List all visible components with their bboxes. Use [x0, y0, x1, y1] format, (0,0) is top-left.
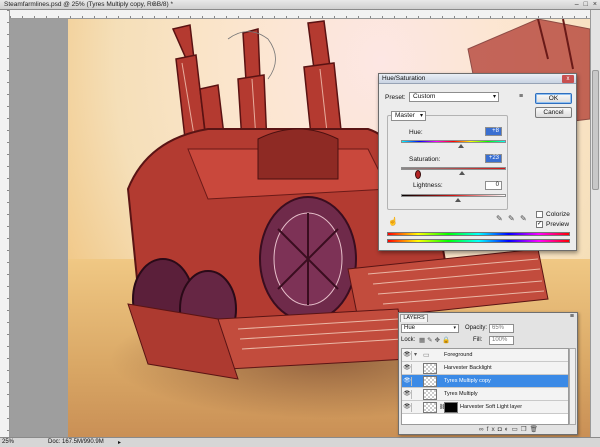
blend-mode-select[interactable]: Hue ▾ [401, 324, 459, 333]
hue-slider-thumb[interactable] [458, 144, 464, 148]
fx-icon[interactable]: fx [487, 426, 498, 433]
layer-name: Tyres Multiply copy [444, 378, 491, 384]
preset-options-icon[interactable]: ≡ [519, 93, 523, 100]
lightness-input[interactable]: 0 [485, 181, 502, 190]
hue-slider-track[interactable] [401, 140, 506, 143]
vertical-scrollbar[interactable] [590, 10, 600, 437]
saturation-input[interactable]: +23 [485, 154, 502, 163]
dialog-close-icon[interactable]: x [562, 75, 574, 83]
layers-footer: ∞fx◘◐▭❐🗑 [479, 425, 541, 433]
saturation-label: Saturation: [409, 156, 441, 163]
chevron-down-icon: ▾ [453, 325, 456, 331]
wheel-graphic [259, 196, 357, 322]
panel-menu-icon[interactable]: ≡ [570, 313, 574, 320]
layer-row-selected[interactable]: 👁 Tyres Multiply copy [402, 375, 568, 388]
opacity-input[interactable]: 65% [489, 324, 514, 333]
minimize-icon[interactable]: – [575, 1, 579, 8]
layer-name: Foreground [444, 352, 473, 358]
lock-label: Lock: [401, 337, 416, 343]
eyedropper-minus-icon[interactable]: ✎ [520, 214, 527, 223]
mouse-cursor-icon [415, 170, 421, 179]
lightness-label: Lightness: [413, 182, 443, 189]
link-icon[interactable]: ∞ [479, 426, 487, 433]
output-color-bar [387, 239, 570, 243]
saturation-slider-thumb[interactable] [459, 171, 465, 175]
lightness-slider-thumb[interactable] [455, 198, 461, 202]
scrollbar-thumb[interactable] [592, 70, 599, 190]
layer-name: Harvester Backlight [444, 365, 492, 371]
layer-name: Harvester Soft Light layer [460, 404, 523, 410]
colorize-checkbox[interactable] [536, 211, 543, 218]
status-menu-icon[interactable]: ▸ [118, 439, 121, 446]
opacity-label: Opacity: [465, 325, 488, 331]
window-buttons: – □ × [575, 1, 597, 8]
layers-scrollbar[interactable] [569, 348, 576, 425]
layer-thumbnail [423, 376, 437, 387]
expand-triangle-icon[interactable]: ▾ [414, 351, 417, 358]
eye-icon[interactable]: 👁 [403, 364, 412, 373]
layers-panel: LAYERS ≡ Hue ▾ Opacity: 65% Lock: ▦✎✥🔒 F… [398, 312, 578, 435]
hue-label: Hue: [409, 129, 423, 136]
blend-row: Hue ▾ Opacity: 65% [401, 324, 577, 334]
preset-select[interactable]: Custom ▾ [409, 92, 499, 102]
layer-row[interactable]: 👁 Harvester Backlight [402, 362, 568, 375]
layer-thumbnail [423, 389, 437, 400]
layer-list: 👁 ▾ ▭ Foreground 👁 Harvester Backlight 👁… [401, 348, 569, 425]
dialog-titlebar[interactable]: Hue/Saturation x [379, 74, 576, 84]
eyedropper-plus-icon[interactable]: ✎ [508, 214, 515, 223]
zoom-level[interactable]: 25% [2, 439, 14, 445]
fill-input[interactable]: 100% [489, 336, 514, 345]
input-color-bar [387, 232, 570, 236]
preset-value: Custom [413, 93, 436, 100]
document-size: Doc: 167.5M/990.9M [48, 439, 104, 445]
trash-icon[interactable]: 🗑 [530, 426, 541, 433]
edit-channel-value: Master [395, 112, 415, 119]
layer-thumbnail [423, 363, 437, 374]
folder-icon: ▭ [423, 352, 430, 359]
layers-tab[interactable]: LAYERS [400, 314, 428, 322]
ok-button[interactable]: OK [535, 93, 572, 104]
lock-icons[interactable]: ▦✎✥🔒 [419, 336, 452, 344]
chevron-down-icon: ▾ [492, 94, 496, 100]
ruler-vertical[interactable] [0, 10, 10, 437]
status-bar: 25% Doc: 167.5M/990.9M ▸ [0, 437, 600, 447]
edit-channel-select[interactable]: Master ▾ [391, 111, 426, 121]
ruler-horizontal[interactable] [10, 10, 590, 19]
preview-label: Preview [546, 221, 570, 228]
layer-group-row[interactable]: 👁 ▾ ▭ Foreground [402, 349, 568, 362]
close-icon[interactable]: × [593, 1, 597, 8]
eye-icon[interactable]: 👁 [403, 351, 412, 360]
eyedropper-icon[interactable]: ✎ [496, 214, 503, 223]
cancel-button[interactable]: Cancel [535, 107, 572, 118]
layer-row[interactable]: 👁 Tyres Multiply [402, 388, 568, 401]
document-title: Steamfarmlines.psd @ 25% (Tyres Multiply… [4, 1, 174, 8]
blend-mode-value: Hue [404, 325, 416, 331]
layer-thumbnail [423, 402, 437, 413]
lock-row: Lock: ▦✎✥🔒 Fill: 100% [401, 336, 577, 346]
maximize-icon[interactable]: □ [584, 1, 588, 8]
document-titlebar: Steamfarmlines.psd @ 25% (Tyres Multiply… [0, 0, 600, 10]
colorize-label: Colorize [546, 211, 570, 218]
preview-checkbox[interactable]: ✓ [536, 221, 543, 228]
layer-mask-thumbnail[interactable] [444, 402, 458, 413]
eye-icon[interactable]: 👁 [403, 390, 412, 399]
group-icon[interactable]: ▭ [512, 426, 521, 433]
eye-icon[interactable]: 👁 [403, 377, 412, 386]
targeted-adjustment-icon[interactable]: ☝ [388, 217, 398, 226]
document-close-icon[interactable]: × [152, 1, 156, 8]
fill-label: Fill: [473, 337, 483, 343]
hue-saturation-dialog: Hue/Saturation x Preset: Custom ▾ ≡ OK C… [378, 73, 577, 251]
preset-label: Preset: [385, 94, 406, 101]
mask-icon[interactable]: ◘ [498, 426, 505, 433]
dialog-title: Hue/Saturation [382, 75, 426, 82]
layer-row[interactable]: 👁 ⛓ Harvester Soft Light layer [402, 401, 568, 414]
eye-icon[interactable]: 👁 [403, 403, 412, 412]
adjustment-icon[interactable]: ◐ [505, 426, 512, 433]
lightness-slider-track[interactable] [401, 194, 506, 197]
new-layer-icon[interactable]: ❐ [521, 426, 530, 433]
layer-name: Tyres Multiply [444, 391, 478, 397]
chevron-down-icon: ▾ [419, 113, 423, 119]
hue-input[interactable]: +8 [485, 127, 502, 136]
